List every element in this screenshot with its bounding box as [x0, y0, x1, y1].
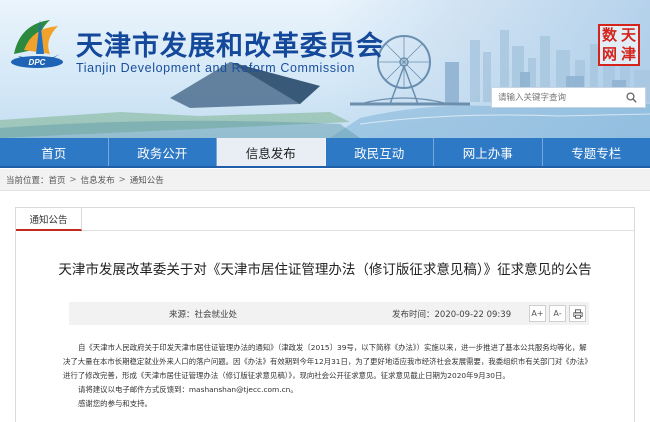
breadcrumb-link-information-release[interactable]: 信息发布	[81, 174, 115, 186]
article-source: 来源：社会就业处	[169, 309, 238, 320]
nav-item-special-topics[interactable]: 专题专栏	[543, 138, 650, 166]
site-title-cn: 天津市发展和改革委员会	[76, 31, 384, 62]
dpc-logo-icon: DPC	[11, 20, 63, 68]
search-input[interactable]	[492, 88, 622, 107]
main-nav: 首页 政务公开 信息发布 政民互动 网上办事 专题专栏	[0, 138, 650, 168]
nav-item-online-services[interactable]: 网上办事	[434, 138, 543, 166]
font-decrease-button[interactable]: A-	[549, 305, 566, 322]
print-icon	[572, 308, 583, 319]
article-title: 天津市发展改革委关于对《天津市居住证管理办法（修订版征求意见稿）》征求意见的公告	[58, 262, 592, 278]
seal-char: 数	[601, 26, 617, 44]
content-panel: 通知公告 天津市发展改革委关于对《天津市居住证管理办法（修订版征求意见稿）》征求…	[15, 207, 635, 422]
nav-item-government-affairs[interactable]: 政务公开	[109, 138, 217, 166]
font-increase-icon: A+	[531, 309, 544, 318]
search-icon[interactable]	[622, 89, 640, 107]
breadcrumb-link-notices[interactable]: 通知公告	[130, 174, 164, 186]
breadcrumb-separator: >	[118, 174, 126, 185]
article-body: 自《天津市人民政府关于印发天津市居住证管理办法的通知》（津政发〔2015〕39号…	[63, 341, 593, 411]
article-paragraph: 自《天津市人民政府关于印发天津市居住证管理办法的通知》（津政发〔2015〕39号…	[63, 343, 592, 380]
breadcrumb: 当前位置： 首页 > 信息发布 > 通知公告	[0, 169, 650, 191]
article-date: 发布时间：2020-09-22 09:39	[392, 309, 512, 320]
nav-item-public-interaction[interactable]: 政民互动	[326, 138, 434, 166]
header-banner: DPC 天津市发展和改革委员会 Tianjin Development and …	[0, 0, 650, 138]
tianjin-seal-logo: 数 天 网 津	[598, 24, 640, 66]
tab-notices[interactable]: 通知公告	[16, 208, 82, 231]
seal-char: 天	[620, 26, 636, 44]
article-paragraph-email: 请将建议以电子邮件方式反馈到：mashanshan@tjecc.com.cn。	[78, 385, 298, 394]
breadcrumb-separator: >	[69, 174, 77, 185]
breadcrumb-link-home[interactable]: 首页	[49, 174, 66, 186]
seal-char: 津	[620, 45, 636, 63]
article-meta-bar: 来源：社会就业处 发布时间：2020-09-22 09:39 A+ A-	[69, 302, 589, 325]
seal-char: 网	[601, 45, 617, 63]
logo-text: DPC	[29, 58, 46, 67]
print-button[interactable]	[569, 305, 586, 322]
font-decrease-icon: A-	[553, 309, 562, 318]
font-increase-button[interactable]: A+	[529, 305, 546, 322]
nav-item-information-release[interactable]: 信息发布	[217, 138, 326, 166]
panel-tab-bar: 通知公告	[16, 208, 634, 231]
site-title-en: Tianjin Development and Reform Commissio…	[76, 61, 356, 75]
article-paragraph-thanks: 感谢您的参与和支持。	[78, 399, 152, 408]
search-box	[491, 87, 646, 108]
breadcrumb-label: 当前位置：	[6, 175, 49, 186]
nav-item-home[interactable]: 首页	[0, 138, 109, 166]
